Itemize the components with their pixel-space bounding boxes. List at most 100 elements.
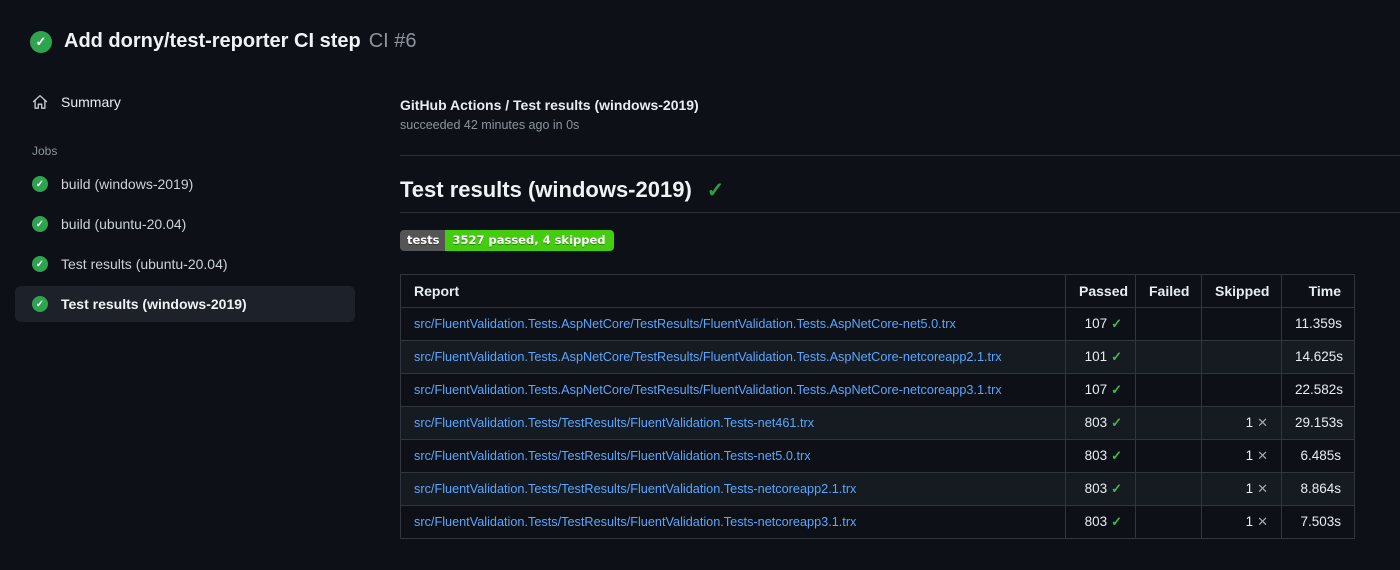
check-icon: ✓ bbox=[35, 258, 45, 270]
failed-cell bbox=[1135, 472, 1202, 506]
time-value: 11.359s bbox=[1295, 316, 1343, 331]
failed-cell bbox=[1135, 439, 1202, 473]
report-cell: src/FluentValidation.Tests.AspNetCore/Te… bbox=[400, 340, 1066, 374]
table-row: src/FluentValidation.Tests.AspNetCore/Te… bbox=[400, 340, 1355, 374]
table-row: src/FluentValidation.Tests/TestResults/F… bbox=[400, 406, 1355, 440]
passed-check-icon: ✓ bbox=[1111, 481, 1122, 496]
sidebar-item-summary[interactable]: Summary bbox=[15, 88, 355, 116]
report-link[interactable]: src/FluentValidation.Tests/TestResults/F… bbox=[414, 449, 811, 463]
table-header-row: Report Passed Failed Skipped Time bbox=[400, 274, 1355, 308]
failed-cell bbox=[1135, 307, 1202, 341]
time-value: 6.485s bbox=[1300, 448, 1341, 463]
passed-cell: 101 ✓ bbox=[1065, 340, 1136, 374]
passed-count: 803 bbox=[1084, 415, 1108, 430]
passed-cell: 107 ✓ bbox=[1065, 373, 1136, 407]
skipped-cell: 1 ✕ bbox=[1201, 505, 1282, 539]
tests-badge: tests 3527 passed, 4 skipped bbox=[400, 230, 614, 251]
time-value: 8.864s bbox=[1300, 481, 1341, 496]
divider bbox=[400, 212, 1400, 213]
sidebar-job-item[interactable]: ✓ build (ubuntu-20.04) bbox=[15, 206, 355, 242]
result-heading-text: Test results (windows-2019) bbox=[400, 177, 692, 202]
job-label: build (windows-2019) bbox=[61, 176, 194, 192]
report-link[interactable]: src/FluentValidation.Tests.AspNetCore/Te… bbox=[414, 317, 956, 331]
failed-cell bbox=[1135, 373, 1202, 407]
passed-cell: 803 ✓ bbox=[1065, 472, 1136, 506]
report-link[interactable]: src/FluentValidation.Tests/TestResults/F… bbox=[414, 482, 856, 496]
sidebar-job-item[interactable]: ✓ build (windows-2019) bbox=[15, 166, 355, 202]
sidebar: Summary Jobs ✓ build (windows-2019) ✓ bu… bbox=[15, 88, 355, 326]
job-label: Test results (windows-2019) bbox=[61, 296, 247, 312]
report-cell: src/FluentValidation.Tests.AspNetCore/Te… bbox=[400, 307, 1066, 341]
time-cell: 29.153s bbox=[1281, 406, 1355, 440]
failed-cell bbox=[1135, 406, 1202, 440]
run-title: Add dorny/test-reporter CI step bbox=[64, 30, 361, 52]
column-header-skipped: Skipped bbox=[1201, 274, 1282, 308]
report-cell: src/FluentValidation.Tests/TestResults/F… bbox=[400, 439, 1066, 473]
jobs-section-label: Jobs bbox=[32, 144, 58, 158]
report-link[interactable]: src/FluentValidation.Tests.AspNetCore/Te… bbox=[414, 383, 1002, 397]
column-header-failed: Failed bbox=[1135, 274, 1202, 308]
check-run-title: GitHub Actions / Test results (windows-2… bbox=[400, 97, 699, 113]
check-icon: ✓ bbox=[35, 218, 45, 230]
time-value: 29.153s bbox=[1295, 415, 1344, 430]
check-run-status: succeeded 42 minutes ago in 0s bbox=[400, 118, 580, 132]
job-success-icon: ✓ bbox=[32, 216, 48, 232]
column-header-report: Report bbox=[400, 274, 1066, 308]
skipped-cell bbox=[1201, 340, 1282, 374]
time-value: 14.625s bbox=[1295, 349, 1344, 364]
passed-count: 101 bbox=[1084, 349, 1108, 364]
main-content: GitHub Actions / Test results (windows-2… bbox=[400, 0, 1400, 539]
passed-check-icon: ✓ bbox=[1111, 514, 1122, 529]
check-icon: ✓ bbox=[35, 178, 45, 190]
jobs-list: ✓ build (windows-2019) ✓ build (ubuntu-2… bbox=[15, 166, 355, 322]
passed-check-icon: ✓ bbox=[1111, 349, 1122, 364]
sidebar-job-item[interactable]: ✓ Test results (ubuntu-20.04) bbox=[15, 246, 355, 282]
table-row: src/FluentValidation.Tests/TestResults/F… bbox=[400, 472, 1355, 506]
report-link[interactable]: src/FluentValidation.Tests/TestResults/F… bbox=[414, 515, 856, 529]
report-cell: src/FluentValidation.Tests/TestResults/F… bbox=[400, 406, 1066, 440]
home-icon bbox=[32, 95, 48, 109]
table-row: src/FluentValidation.Tests.AspNetCore/Te… bbox=[400, 307, 1355, 341]
skipped-count: 1 bbox=[1245, 481, 1254, 496]
sidebar-item-label: Summary bbox=[61, 94, 121, 110]
skipped-x-icon: ✕ bbox=[1257, 415, 1268, 430]
sidebar-job-item[interactable]: ✓ Test results (windows-2019) bbox=[15, 286, 355, 322]
passed-count: 107 bbox=[1084, 316, 1108, 331]
passed-count: 803 bbox=[1084, 481, 1108, 496]
check-icon: ✓ bbox=[706, 178, 725, 202]
skipped-cell bbox=[1201, 307, 1282, 341]
report-table-body: src/FluentValidation.Tests.AspNetCore/Te… bbox=[400, 307, 1355, 539]
time-cell: 6.485s bbox=[1281, 439, 1355, 473]
run-success-icon: ✓ bbox=[30, 30, 52, 53]
column-header-passed: Passed bbox=[1065, 274, 1136, 308]
passed-check-icon: ✓ bbox=[1111, 382, 1122, 397]
passed-cell: 107 ✓ bbox=[1065, 307, 1136, 341]
report-link[interactable]: src/FluentValidation.Tests.AspNetCore/Te… bbox=[414, 350, 1002, 364]
skipped-x-icon: ✕ bbox=[1257, 481, 1268, 496]
passed-cell: 803 ✓ bbox=[1065, 406, 1136, 440]
divider bbox=[400, 155, 1400, 156]
job-label: build (ubuntu-20.04) bbox=[61, 216, 187, 232]
job-label: Test results (ubuntu-20.04) bbox=[61, 256, 228, 272]
run-header: ✓ Add dorny/test-reporter CI step CI #6 bbox=[30, 30, 417, 53]
report-cell: src/FluentValidation.Tests.AspNetCore/Te… bbox=[400, 373, 1066, 407]
passed-count: 803 bbox=[1084, 448, 1108, 463]
table-row: src/FluentValidation.Tests.AspNetCore/Te… bbox=[400, 373, 1355, 407]
failed-cell bbox=[1135, 340, 1202, 374]
skipped-cell: 1 ✕ bbox=[1201, 406, 1282, 440]
check-icon: ✓ bbox=[35, 298, 45, 310]
failed-cell bbox=[1135, 505, 1202, 539]
time-value: 7.503s bbox=[1300, 514, 1341, 529]
time-cell: 22.582s bbox=[1281, 373, 1355, 407]
report-link[interactable]: src/FluentValidation.Tests/TestResults/F… bbox=[414, 416, 814, 430]
passed-cell: 803 ✓ bbox=[1065, 439, 1136, 473]
skipped-cell: 1 ✕ bbox=[1201, 472, 1282, 506]
report-cell: src/FluentValidation.Tests/TestResults/F… bbox=[400, 472, 1066, 506]
job-success-icon: ✓ bbox=[32, 296, 48, 312]
skipped-count: 1 bbox=[1245, 415, 1254, 430]
skipped-cell: 1 ✕ bbox=[1201, 439, 1282, 473]
skipped-x-icon: ✕ bbox=[1257, 448, 1268, 463]
passed-count: 803 bbox=[1084, 514, 1108, 529]
job-success-icon: ✓ bbox=[32, 176, 48, 192]
passed-count: 107 bbox=[1084, 382, 1108, 397]
